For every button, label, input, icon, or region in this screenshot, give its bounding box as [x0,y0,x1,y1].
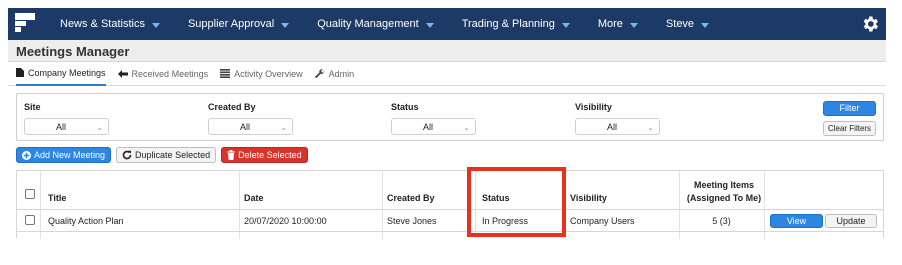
trash-icon [227,150,236,160]
plus-circle-icon [22,150,31,160]
filter-panel: Site All ⌄ Created By All ⌄ Status All ⌄… [16,93,884,141]
row-checkbox[interactable] [25,215,35,225]
status-select-value: All [422,122,433,132]
column-header-visibility[interactable]: Visibility [570,193,607,203]
chevron-down-icon [701,22,710,28]
visibility-select-value: All [606,122,617,132]
arrow-left-icon [117,69,128,78]
site-select-value: All [55,122,66,132]
tab-label: Activity Overview [234,68,303,79]
gear-icon[interactable] [860,14,880,34]
top-navigation-bar: News & Statistics Supplier Approval Qual… [8,8,886,40]
chevron-down-icon [561,22,570,28]
status-highlight-box [467,167,566,237]
meetings-table: Title Date Created By Status Visibility … [16,170,884,239]
nav-supplier-approval[interactable]: Supplier Approval [187,8,290,40]
nav-more[interactable]: More [598,8,638,40]
delete-selected-button[interactable]: Delete Selected [221,147,308,163]
nav-label: Quality Management [317,18,419,30]
tab-activity-overview[interactable]: Activity Overview [220,62,303,86]
clear-filters-button[interactable]: Clear Filters [823,121,876,136]
duplicate-selected-button[interactable]: Duplicate Selected [116,147,217,163]
chevron-down-icon: ⌄ [647,123,654,132]
nav-label: More [597,18,623,30]
page-title: Meetings Manager [16,44,130,59]
tab-admin[interactable]: Admin [314,62,355,86]
column-header-date[interactable]: Date [244,193,264,203]
button-label: Delete Selected [238,150,302,160]
site-filter-label: Site [24,102,41,112]
button-label: Add New Meeting [34,150,106,160]
created-by-select[interactable]: All ⌄ [208,118,293,135]
wrench-icon [314,68,324,78]
app-logo[interactable] [12,8,42,40]
site-select[interactable]: All ⌄ [24,118,109,135]
table-header: Title Date Created By Status Visibility … [17,171,883,210]
visibility-filter-label: Visibility [575,102,612,112]
action-toolbar: Add New Meeting Duplicate Selected Delet… [16,147,313,163]
nav-quality-management[interactable]: Quality Management [317,8,434,40]
table-row[interactable]: Quality Action Plan 20/07/2020 10:00:00 … [17,210,883,232]
status-filter-label: Status [391,102,419,112]
chevron-down-icon [281,22,290,28]
main-nav: News & Statistics Supplier Approval Qual… [60,8,737,40]
add-new-meeting-button[interactable]: Add New Meeting [16,147,112,163]
column-header-meeting-items[interactable]: Meeting Items [679,180,769,190]
nav-label: News & Statistics [60,18,145,30]
nav-label: Trading & Planning [461,18,555,30]
table-row-partial [17,232,883,239]
status-select[interactable]: All ⌄ [391,118,476,135]
tab-label: Company Meetings [28,67,106,78]
page-header: Meetings Manager [8,40,886,62]
visibility-select[interactable]: All ⌄ [575,118,660,135]
nav-user-menu[interactable]: Steve [665,8,710,40]
column-header-assigned-to-me: (Assigned To Me) [686,193,762,203]
nav-label: Supplier Approval [187,18,275,30]
chevron-down-icon: ⌄ [463,123,470,132]
created-by-filter-label: Created By [208,102,256,112]
chevron-down-icon: ⌄ [280,123,287,132]
tab-bar: Company Meetings Received Meetings Activ… [8,62,886,86]
refresh-icon [122,150,132,160]
document-icon [16,68,24,77]
select-all-checkbox[interactable] [25,189,35,199]
column-header-created-by[interactable]: Created By [387,193,435,203]
chevron-down-icon [425,22,434,28]
tab-label: Received Meetings [131,68,209,79]
chevron-down-icon: ⌄ [96,123,103,132]
button-label: Duplicate Selected [135,150,211,160]
created-by-select-value: All [239,122,250,132]
nav-label: Steve [665,18,695,30]
nav-trading-planning[interactable]: Trading & Planning [462,8,570,40]
cell-meeting-items: 5 (3) [712,216,731,226]
update-button[interactable]: Update [825,214,877,228]
list-icon [220,69,231,78]
tab-received-meetings[interactable]: Received Meetings [117,62,209,86]
tab-label: Admin [328,68,355,79]
chevron-down-icon [629,22,638,28]
chevron-down-icon [151,22,160,28]
cell-title: Quality Action Plan [48,216,124,226]
column-header-title[interactable]: Title [48,193,66,203]
view-button[interactable]: View [770,214,823,228]
cell-visibility: Company Users [570,216,635,226]
tab-company-meetings[interactable]: Company Meetings [16,62,106,86]
filter-button[interactable]: Filter [823,101,876,116]
cell-created-by: Steve Jones [387,216,437,226]
cell-date: 20/07/2020 10:00:00 [244,216,327,226]
nav-news-statistics[interactable]: News & Statistics [60,8,160,40]
